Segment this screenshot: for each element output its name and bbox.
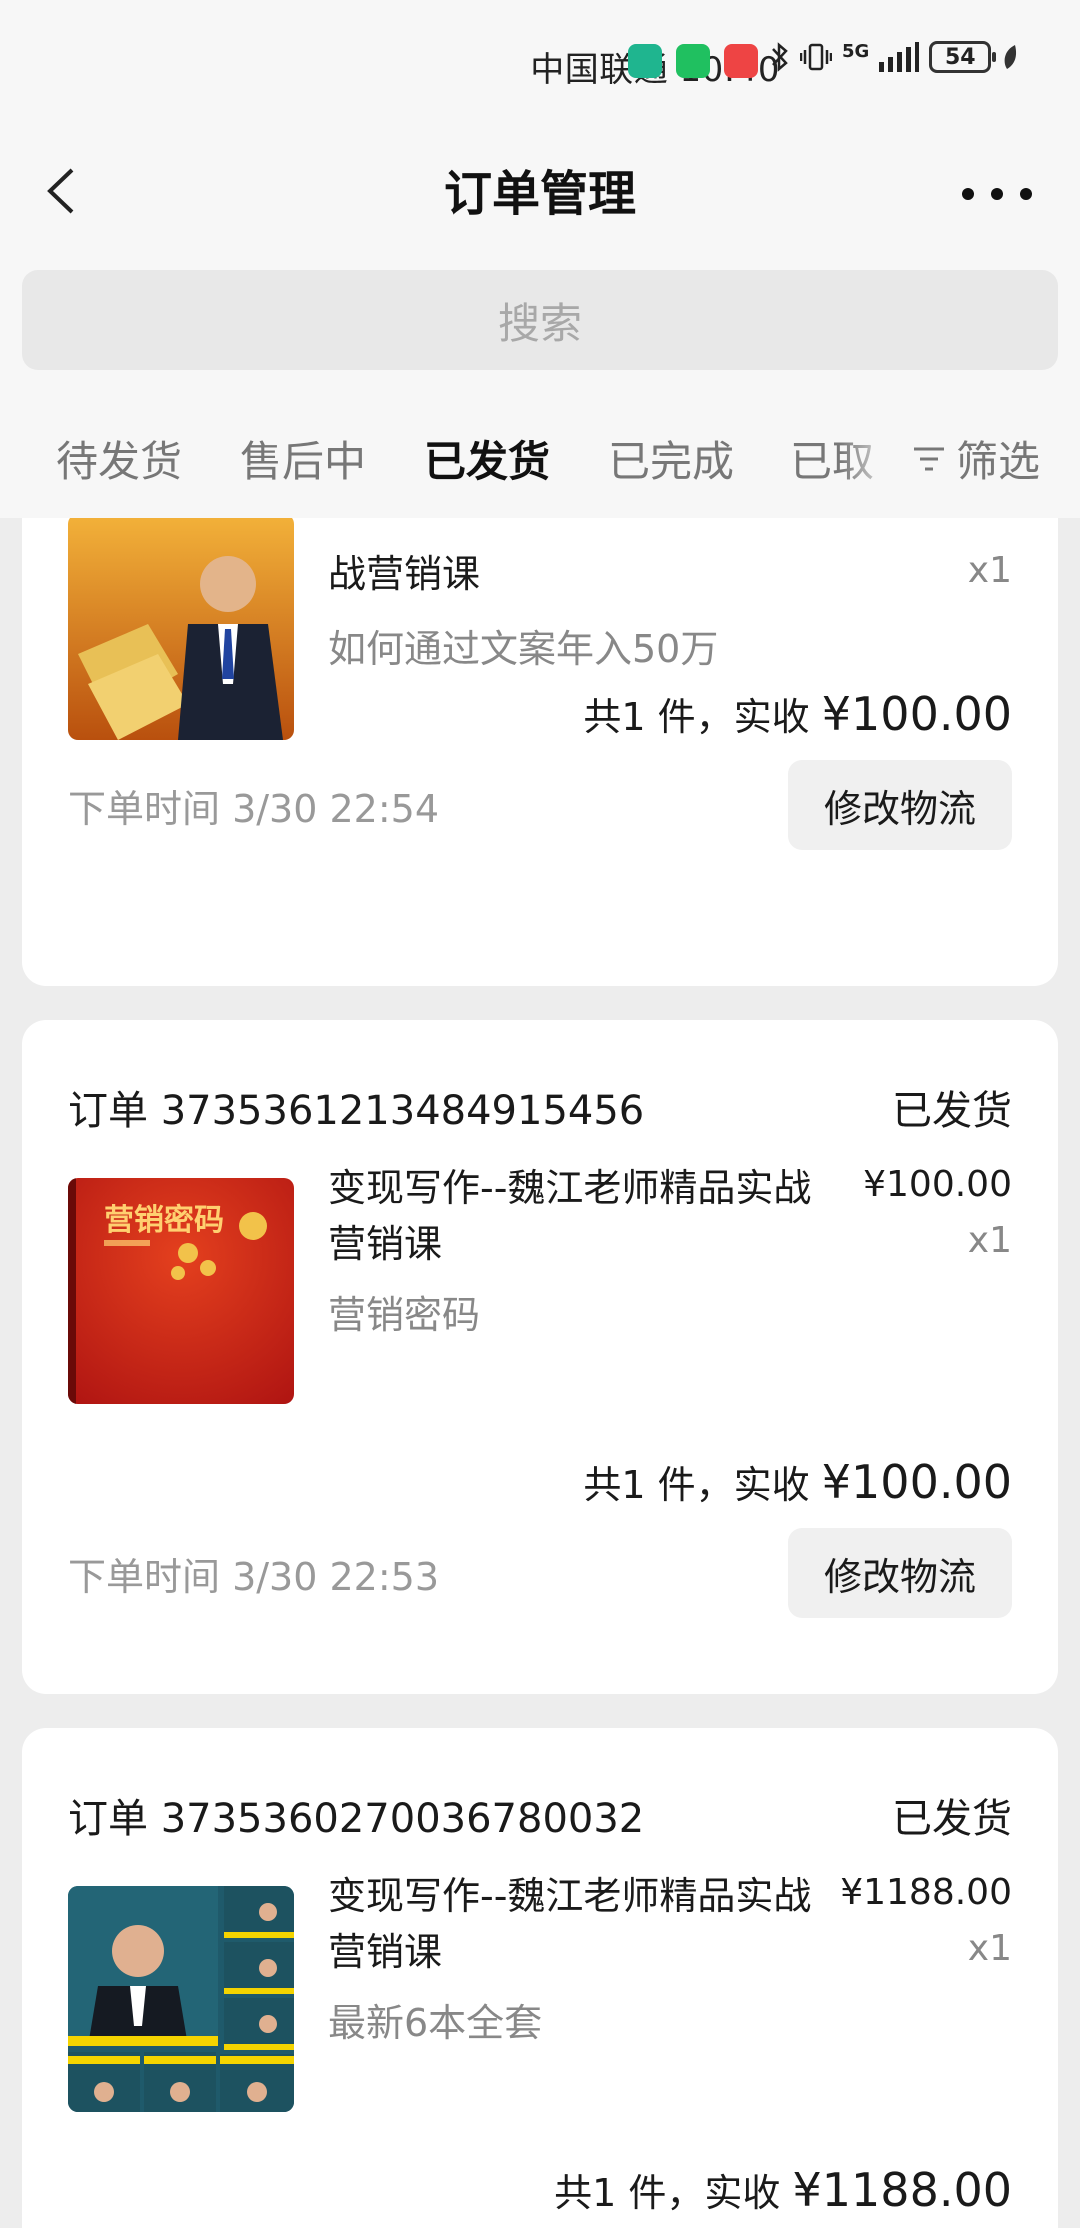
order-time: 下单时间 3/30 22:53	[68, 1555, 440, 1599]
system-icons: 5G 54	[770, 40, 1019, 74]
order-status: 已发货	[892, 1088, 1012, 1134]
product-image[interactable]: 营销密码	[68, 1178, 294, 1404]
order-total: 共1 件，实收 ¥100.00	[583, 686, 1012, 741]
tabs-fade	[840, 420, 900, 518]
vibrate-icon	[800, 43, 832, 71]
battery-level: 54	[945, 44, 976, 70]
store-app-icon	[724, 44, 758, 78]
product-quantity: x1	[967, 550, 1012, 591]
order-total: 共1 件，实收 ¥100.00	[583, 1454, 1012, 1509]
total-amount: ¥100.00	[821, 1455, 1012, 1509]
product-spec: 营销密码	[328, 1293, 481, 1337]
modify-logistics-button[interactable]: 修改物流	[788, 1528, 1012, 1618]
app-notification-icon	[628, 44, 662, 78]
leaf-icon	[1004, 45, 1017, 69]
order-number: 订单 3735361213484915456	[68, 1088, 645, 1134]
product-image[interactable]	[68, 518, 294, 740]
product-spec: 最新6本全套	[328, 2001, 543, 2045]
network-type: 5G	[842, 41, 870, 62]
order-card: 订单 3735361213484915456 已发货 营销密码 变现写作--魏江…	[22, 1020, 1058, 1694]
product-title: 变现写作--魏江老师精品实战营销课	[328, 1166, 812, 1266]
status-tabs: 待发货 售后中 已发货 已完成 已取 筛选	[0, 420, 1080, 518]
product-title: 变现写作--魏江老师精品实战营销课	[328, 1874, 812, 1974]
modify-logistics-button[interactable]: 修改物流	[788, 760, 1012, 850]
total-count-label: 共1 件，实收	[554, 2171, 793, 2215]
top-bar: 中国联通 10:40 5G 54 订单管理 搜索 待发货 售后中 已发货 已完成…	[0, 0, 1080, 518]
order-status: 已发货	[892, 1796, 1012, 1842]
product-title: 战营销课	[328, 552, 481, 596]
timer-app-icon	[676, 44, 710, 78]
product-price: ¥100.00	[863, 1164, 1012, 1205]
search-input[interactable]: 搜索	[22, 270, 1058, 370]
search-placeholder: 搜索	[497, 298, 582, 348]
more-options-icon[interactable]	[962, 164, 1032, 224]
page-title: 订单管理	[443, 166, 636, 222]
bluetooth-icon	[772, 42, 788, 72]
product-quantity: x1	[967, 1220, 1012, 1261]
product-spec: 如何通过文案年入50万	[328, 627, 719, 671]
order-number: 订单 3735360270036780032	[68, 1796, 645, 1842]
total-count-label: 共1 件，实收	[583, 695, 822, 739]
order-time: 下单时间 3/30 22:54	[68, 787, 440, 831]
tab-completed[interactable]: 已完成	[608, 428, 734, 489]
order-header: 订单 3735361213484915456 已发货	[68, 1078, 1012, 1136]
cover-title: 营销密码	[104, 1203, 224, 1238]
product-quantity: x1	[967, 1928, 1012, 1969]
tab-after-sales[interactable]: 售后中	[240, 428, 366, 489]
total-amount: ¥1188.00	[792, 2163, 1013, 2217]
tab-shipped[interactable]: 已发货	[424, 428, 550, 489]
order-total: 共1 件，实收 ¥1188.00	[554, 2162, 1012, 2217]
filter-button[interactable]: 筛选	[912, 428, 1040, 489]
filter-label: 筛选	[955, 437, 1040, 486]
order-card: 战营销课 x1 如何通过文案年入50万 共1 件，实收 ¥100.00 下单时间…	[22, 518, 1058, 986]
total-amount: ¥100.00	[821, 687, 1012, 741]
product-price: ¥1188.00	[840, 1872, 1012, 1913]
order-header: 订单 3735360270036780032 已发货	[68, 1786, 1012, 1844]
order-list: 战营销课 x1 如何通过文案年入50万 共1 件，实收 ¥100.00 下单时间…	[0, 518, 1080, 2228]
battery-icon: 54	[929, 41, 997, 73]
tab-pending-shipment[interactable]: 待发货	[56, 428, 182, 489]
order-card: 订单 3735360270036780032 已发货 变现写作--魏江老师精品实…	[22, 1728, 1058, 2228]
total-count-label: 共1 件，实收	[583, 1463, 822, 1507]
filter-icon	[913, 447, 944, 470]
nav-header: 订单管理	[0, 128, 1080, 256]
status-bar: 中国联通 10:40 5G 54	[0, 0, 1080, 128]
notification-icons	[628, 44, 758, 78]
signal-icon	[879, 42, 920, 72]
product-image[interactable]	[68, 1886, 294, 2112]
